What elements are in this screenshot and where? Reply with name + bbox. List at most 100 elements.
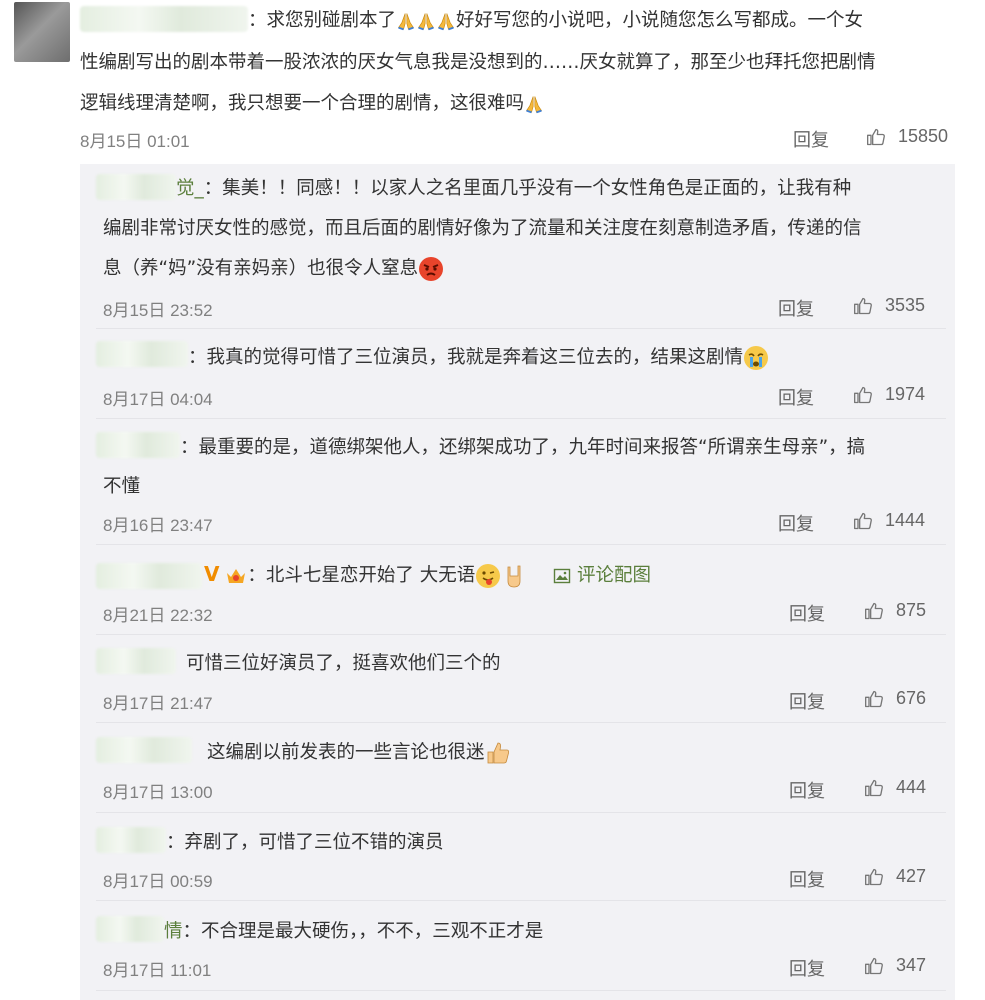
reply-timestamp: 8月17日 00:59 [103,872,213,891]
like-count: 3535 [885,295,926,315]
main-comment-line-2: 性编剧写出的剧本带着一股浓浓的厌女气息我是没想到的……厌女就算了，那至少也拜托您… [80,52,876,73]
reply-timestamp: 8月17日 13:00 [103,783,213,802]
like-button[interactable]: 1974 [853,384,925,405]
like-button[interactable]: 444 [864,777,926,798]
picture-icon [553,568,571,584]
like-button[interactable]: 427 [864,866,926,887]
angry-emoji-icon [419,257,444,281]
reply-line: 编剧非常讨厌女性的感觉，而且后面的剧情好像为了流量和关注度在刻意制造矛盾，传递的… [103,218,862,239]
picture-link-label[interactable]: 评论配图 [577,565,651,586]
like-count: 347 [896,955,927,975]
like-count: 1444 [885,510,926,530]
reply-button[interactable]: 回复 [789,955,825,981]
username-blurred[interactable] [96,827,166,853]
username-blurred[interactable] [96,432,180,458]
pray-emoji-icon [436,11,456,31]
thumbs-up-emoji-icon [487,742,509,764]
pray-emoji-icon [416,11,436,31]
reply-line: 这编剧以前发表的一些言论也很迷 [207,734,511,771]
main-comment-text: ：求您别碰剧本了 [248,10,397,31]
reply-button[interactable]: 回复 [778,295,814,321]
like-count: 676 [896,688,927,708]
reply-timestamp: 8月15日 23:52 [103,301,213,320]
comment-timestamp: 8月15日 01:01 [80,132,190,151]
crying-emoji-icon [744,346,769,370]
reply-line: 息（养“妈”没有亲妈亲）也很令人窒息 [103,250,444,287]
like-count: 15850 [898,126,949,146]
like-button[interactable]: 875 [864,600,926,621]
divider [96,722,946,723]
reply-username[interactable]: 觉_ [176,178,204,199]
like-count: 1974 [885,384,926,404]
reply-timestamp: 8月17日 21:47 [103,694,213,713]
like-count: 444 [896,777,927,797]
rock-hand-emoji-icon [507,565,521,588]
username-blurred[interactable] [96,341,188,367]
like-button[interactable]: 676 [864,688,926,709]
reply-text: 这编剧以前发表的一些言论也很迷 [207,742,485,763]
reply-line: ：最重要的是，道德绑架他人，还绑架成功了，九年时间来报答“所谓亲生母亲”，搞 [180,437,866,458]
divider [96,418,946,419]
like-thumb-icon [864,956,884,976]
pray-emoji-icon [396,11,416,31]
like-thumb-icon [866,127,886,147]
reply-text: ：我真的觉得可惜了三位演员，我就是奔着这三位去的，结果这剧情 [188,347,744,368]
main-comment-line-3: 逻辑线理清楚啊，我只想要一个合理的剧情，这很难吗 [80,85,544,122]
main-comment-line-1: ：求您别碰剧本了 好好写您的小说吧，小说随您怎么写都成。一个女 [248,2,968,39]
like-count: 427 [896,866,927,886]
divider [96,634,946,635]
main-comment-text: 逻辑线理清楚啊，我只想要一个合理的剧情，这很难吗 [80,93,525,114]
reply-line: ：我真的觉得可惜了三位演员，我就是奔着这三位去的，结果这剧情 [188,339,769,376]
divider [96,812,946,813]
reply-timestamp: 8月17日 04:04 [103,390,213,409]
reply-button[interactable]: 回复 [789,688,825,714]
like-button[interactable]: 3535 [853,295,925,316]
reply-timestamp: 8月21日 22:32 [103,606,213,625]
divider [96,544,946,545]
reply-button[interactable]: 回复 [789,777,825,803]
reply-button[interactable]: 回复 [793,126,829,152]
like-thumb-icon [864,689,884,709]
like-thumb-icon [864,867,884,887]
main-comment-text: 好好写您的小说吧，小说随您怎么写都成。一个女 [456,10,864,31]
like-button[interactable]: 347 [864,955,926,976]
reply-line: 可惜三位好演员了，挺喜欢他们三个的 [186,653,501,674]
reply-line: 觉_：集美！！同感！！以家人之名里面几乎没有一个女性角色是正面的，让我有种 [176,170,851,207]
avatar[interactable] [14,2,70,62]
reply-line: ：弃剧了，可惜了三位不错的演员 [166,832,444,853]
divider [96,900,946,901]
divider [96,990,946,991]
reply-text: ：集美！！同感！！以家人之名里面几乎没有一个女性角色是正面的，让我有种 [203,178,852,199]
username-blurred[interactable] [96,563,202,589]
username-blurred[interactable] [80,6,248,32]
like-thumb-icon [853,511,873,531]
reply-timestamp: 8月17日 11:01 [103,961,212,980]
reply-button[interactable]: 回复 [789,866,825,892]
like-button[interactable]: 15850 [866,126,948,147]
divider [96,328,946,329]
username-blurred[interactable] [96,916,164,942]
reply-button[interactable]: 回复 [789,600,825,626]
like-thumb-icon [853,296,873,316]
username-blurred[interactable] [96,737,192,763]
reply-button[interactable]: 回复 [778,510,814,536]
like-button[interactable]: 1444 [853,510,925,531]
like-thumb-icon [853,385,873,405]
reply-text: 息（养“妈”没有亲妈亲）也很令人窒息 [103,258,419,279]
reply-line: 不懂 [103,476,141,497]
reply-line: V ：北斗七星恋开始了 大无语 评论配图 [204,556,651,594]
reply-username[interactable]: 情 [164,921,183,942]
username-blurred[interactable] [96,174,176,200]
like-thumb-icon [864,601,884,621]
tongue-out-emoji-icon [476,564,501,588]
like-thumb-icon [864,778,884,798]
reply-text: ：不合理是最大硬伤，，不不，三观不正才是 [182,921,544,942]
pray-emoji-icon [524,94,544,114]
vip-badge-icon: V [204,562,220,586]
reply-text: ：北斗七星恋开始了 大无语 [247,565,476,586]
picture-link[interactable]: 评论配图 [553,565,651,586]
reply-button[interactable]: 回复 [778,384,814,410]
reply-line: 情：不合理是最大硬伤，，不不，三观不正才是 [164,913,543,950]
username-blurred[interactable] [96,648,176,674]
like-count: 875 [896,600,927,620]
